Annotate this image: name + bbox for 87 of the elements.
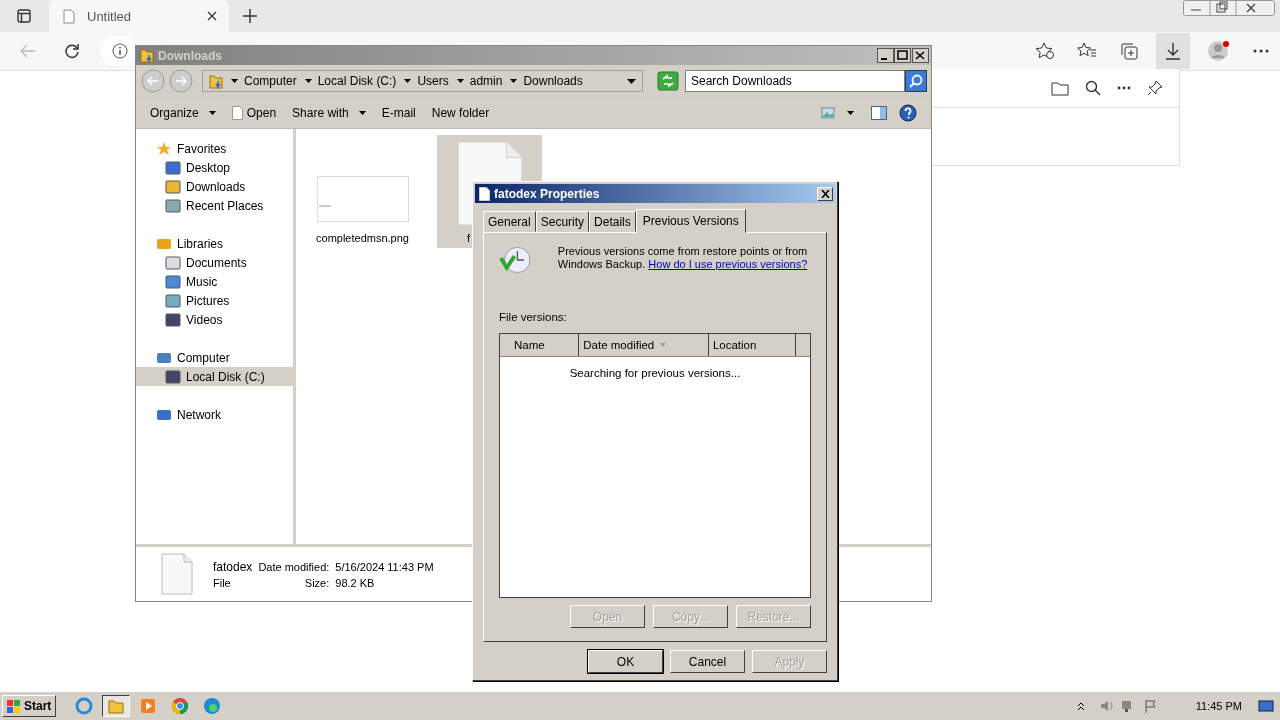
dialog-tab[interactable]: Security — [535, 211, 590, 232]
dialog-button[interactable]: OK — [588, 650, 663, 673]
toolbar-button[interactable]: Share with — [284, 101, 374, 125]
favorites-icon[interactable] — [1035, 42, 1055, 60]
address-bar[interactable]: Computer Local Disk (C:) Users admin Downloads — [202, 70, 643, 92]
caret-icon[interactable] — [304, 79, 312, 83]
new-tab-icon[interactable] — [243, 9, 257, 23]
caret-icon[interactable] — [510, 79, 518, 83]
caret-icon[interactable] — [456, 79, 464, 83]
address-field[interactable] — [100, 36, 136, 66]
dialog-tab[interactable]: General — [483, 211, 536, 232]
file-type: File — [213, 576, 232, 589]
start-button[interactable]: Start — [2, 695, 57, 717]
nav-item[interactable]: Local Disk (C:) — [136, 367, 293, 386]
column-header[interactable]: Date modified — [579, 334, 709, 356]
download-icon — [1164, 42, 1182, 60]
breadcrumb-item[interactable]: Computer — [244, 74, 297, 88]
dialog-button[interactable]: Cancel — [670, 650, 745, 673]
more-icon[interactable] — [1117, 86, 1131, 90]
nav-item[interactable]: Computer — [136, 348, 293, 367]
downloads-button[interactable] — [1156, 33, 1190, 69]
nav-item[interactable]: Libraries — [136, 234, 293, 253]
versions-label: File versions: — [499, 311, 568, 323]
nav-item[interactable]: Music — [136, 272, 293, 291]
date-label: Date modified: — [258, 560, 330, 573]
search-icon — [908, 73, 924, 89]
breadcrumb-item[interactable]: Users — [417, 74, 449, 88]
pin-icon[interactable] — [1147, 80, 1163, 96]
search-button[interactable] — [905, 70, 927, 92]
dialog-tab[interactable]: Details — [589, 211, 636, 232]
size-label: Size: — [303, 576, 330, 589]
file-item[interactable]: completedmsn.png — [310, 135, 415, 248]
page-icon — [63, 8, 75, 24]
toolbar-button[interactable]: Organize — [142, 101, 224, 125]
nav-item[interactable]: Favorites — [136, 139, 293, 158]
status-text: Searching for previous versions... — [568, 367, 742, 379]
caret-icon — [358, 111, 366, 115]
favorites-list-icon[interactable] — [1077, 42, 1097, 60]
window-title: Downloads — [158, 48, 222, 63]
file-icon — [231, 106, 243, 120]
help-icon[interactable] — [899, 104, 917, 122]
column-header[interactable]: Name — [500, 334, 580, 356]
close-icon[interactable] — [207, 11, 217, 21]
star-icon — [156, 140, 172, 157]
nav-item[interactable]: Desktop — [136, 158, 293, 177]
nav-item[interactable]: Videos — [136, 310, 293, 329]
preview-pane-icon[interactable] — [871, 106, 887, 120]
file-name: fatodex — [213, 559, 253, 574]
show-desktop-icon[interactable] — [1258, 699, 1274, 713]
nav-item[interactable]: Recent Places — [136, 196, 293, 215]
nav-item[interactable]: Downloads — [136, 177, 293, 196]
tab-actions-icon[interactable] — [17, 9, 31, 23]
sort-caret-icon — [660, 343, 667, 347]
date-value: 5/16/2024 11:43 PM — [335, 560, 434, 573]
more-icon[interactable] — [1253, 49, 1269, 53]
column-header[interactable]: Location — [708, 334, 796, 356]
toolbar-button[interactable]: New folder — [423, 101, 498, 125]
toolbar-button[interactable]: E-mail — [373, 101, 424, 125]
clock[interactable]: 11:45 PM — [1195, 700, 1242, 712]
breadcrumb-item[interactable]: admin — [469, 74, 503, 88]
nav-item[interactable]: Pictures — [136, 291, 293, 310]
caret-icon[interactable] — [404, 79, 412, 83]
breadcrumb-item[interactable]: Downloads — [523, 74, 583, 88]
caret-icon[interactable] — [627, 78, 636, 84]
close-button[interactable] — [817, 186, 833, 201]
help-link[interactable]: How do I use previous versions? — [648, 258, 808, 270]
file-icon — [161, 553, 193, 595]
size-value: 98.2 KB — [335, 576, 376, 589]
clock-icon — [499, 245, 532, 275]
caret-icon[interactable] — [231, 79, 238, 83]
intro-text: Previous versions come from restore points or from Windows Backup. How do I use previous versions? — [557, 245, 809, 271]
window-controls[interactable] — [877, 47, 929, 64]
refresh-icon[interactable] — [64, 43, 80, 59]
windows-logo-icon — [7, 699, 21, 713]
collections-icon[interactable] — [1119, 42, 1139, 60]
caret-icon — [208, 111, 216, 115]
views-icon[interactable] — [821, 106, 857, 120]
browser-tab[interactable]: Untitled — [49, 0, 229, 32]
dialog-tab[interactable]: Previous Versions — [635, 209, 746, 233]
close-icon — [820, 189, 830, 198]
breadcrumb-item[interactable]: Local Disk (C:) — [317, 74, 397, 88]
info-icon[interactable] — [112, 43, 128, 59]
search-icon[interactable] — [1085, 80, 1101, 96]
nav-item[interactable]: Documents — [136, 253, 293, 272]
avatar-icon[interactable] — [1207, 39, 1231, 63]
nav-item[interactable]: Network — [136, 405, 293, 424]
toolbar-button[interactable]: Open — [223, 101, 285, 125]
